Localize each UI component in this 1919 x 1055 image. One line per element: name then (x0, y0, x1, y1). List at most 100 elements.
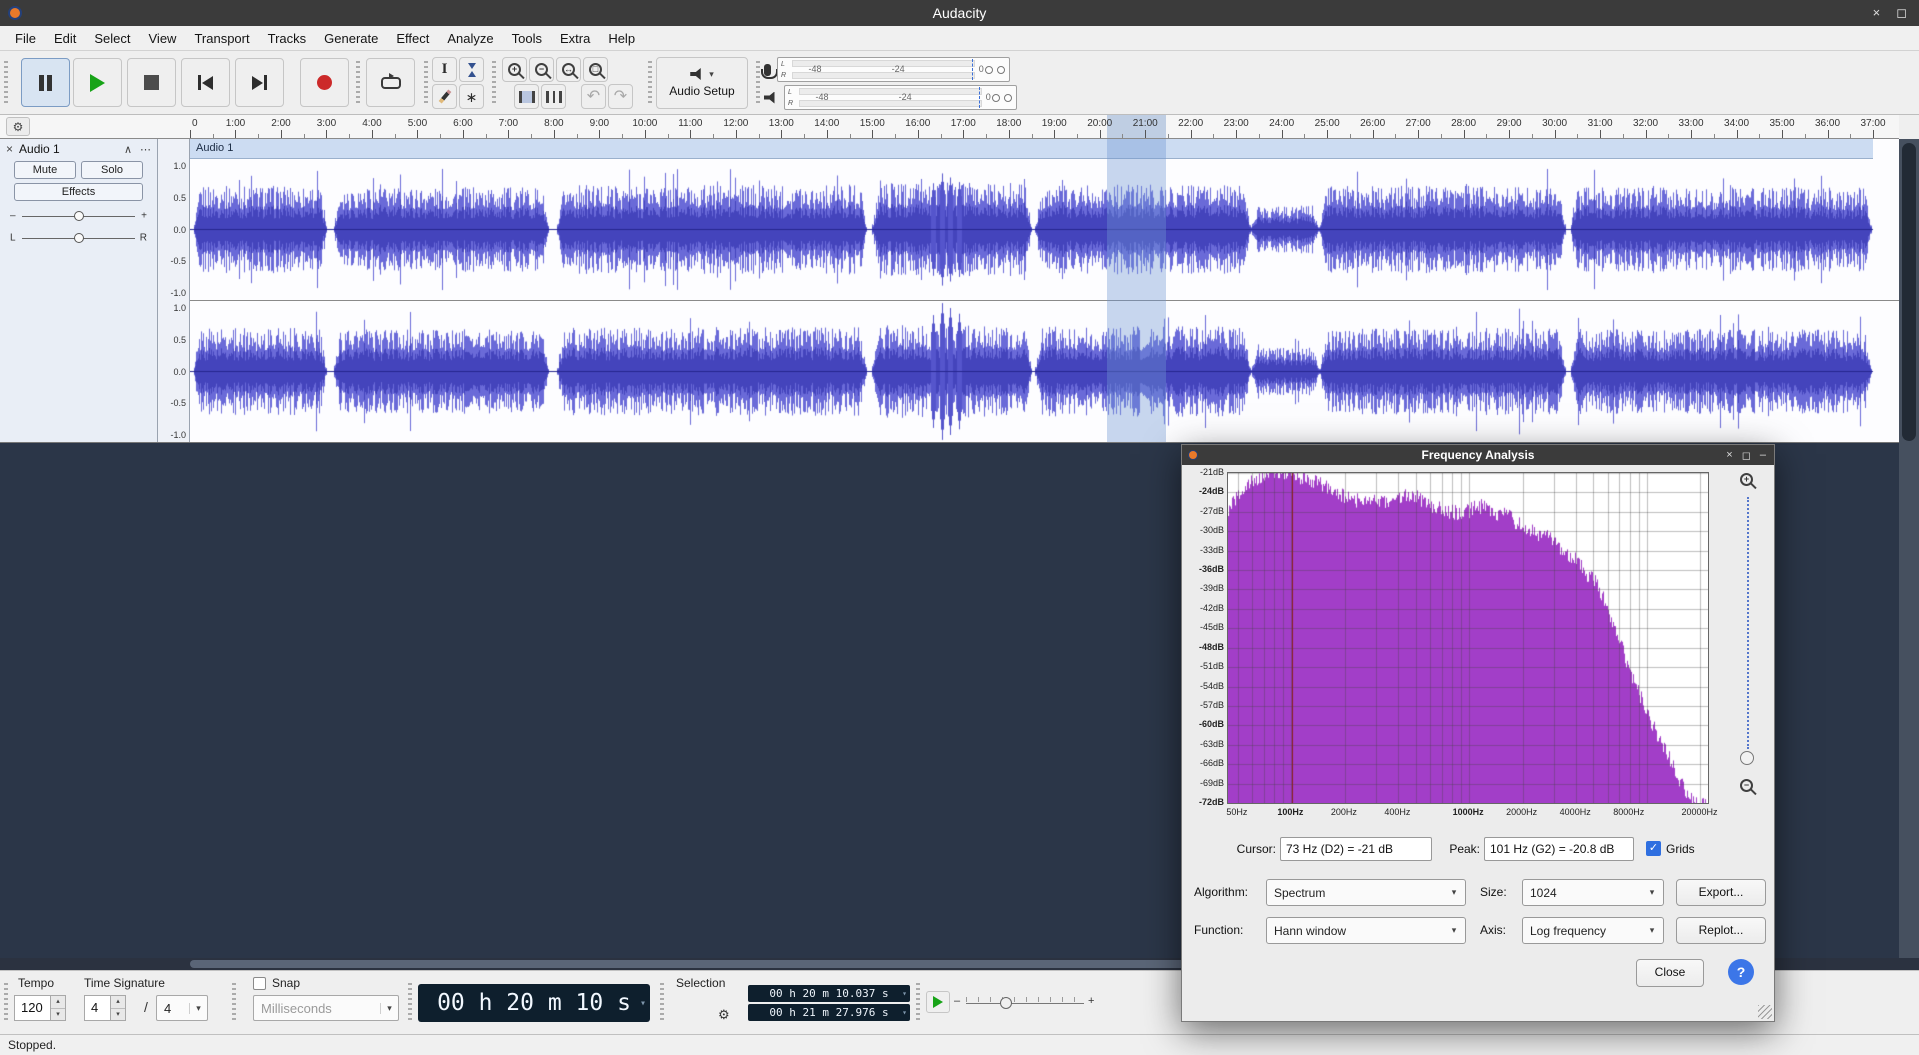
time-signature-lower-select[interactable]: 4 ▾ (156, 995, 208, 1021)
spectrum-canvas[interactable] (1228, 473, 1708, 803)
fit-project-button[interactable]: □ (583, 57, 608, 82)
toolbar-grip[interactable] (356, 61, 360, 105)
zoom-out-button[interactable]: − (529, 57, 554, 82)
menu-item-file[interactable]: File (6, 28, 45, 49)
toolbar-grip[interactable] (756, 61, 760, 105)
menu-item-edit[interactable]: Edit (45, 28, 85, 49)
function-select[interactable]: Hann window ▾ (1266, 917, 1466, 944)
record-button[interactable] (300, 58, 349, 107)
menu-item-effect[interactable]: Effect (387, 28, 438, 49)
spin-down-icon[interactable]: ▾ (111, 1008, 125, 1020)
undo-button[interactable]: ↶ (581, 84, 606, 109)
replot-button[interactable]: Replot... (1676, 917, 1766, 944)
menu-item-generate[interactable]: Generate (315, 28, 387, 49)
track-collapse-icon[interactable]: ∧ (124, 143, 132, 156)
effects-button[interactable]: Effects (14, 183, 143, 201)
gain-slider[interactable]: – + (2, 206, 155, 225)
mute-button[interactable]: Mute (14, 161, 76, 179)
window-titlebar[interactable]: Audacity × ◻ (0, 0, 1919, 26)
speed-slider-thumb[interactable] (1000, 997, 1012, 1009)
toolbar-grip[interactable] (232, 983, 236, 1023)
window-maximize-icon[interactable]: ◻ (1896, 5, 1907, 21)
play-at-speed-button[interactable] (926, 991, 950, 1013)
cursor-value-field[interactable]: 73 Hz (D2) = -21 dB (1280, 837, 1432, 861)
selection-tool-button[interactable]: I (432, 57, 457, 82)
plot-zoom-in-button[interactable]: + (1740, 473, 1753, 486)
clip-title-bar[interactable]: Audio 1 (190, 139, 1873, 159)
resize-grip[interactable] (1758, 1005, 1772, 1019)
menu-item-analyze[interactable]: Analyze (438, 28, 502, 49)
play-button[interactable] (73, 58, 122, 107)
toolbar-grip[interactable] (4, 983, 8, 1023)
zoom-slider-thumb[interactable] (1740, 751, 1754, 765)
pan-slider-thumb[interactable] (73, 232, 84, 243)
solo-button[interactable]: Solo (81, 161, 143, 179)
meter-scale[interactable]: LR -48 -24 0 (784, 85, 1017, 110)
spectrum-plot[interactable] (1227, 472, 1709, 804)
loop-button[interactable] (366, 58, 415, 107)
fit-selection-button[interactable]: ↔ (556, 57, 581, 82)
plot-zoom-out-button[interactable]: − (1740, 779, 1753, 792)
zoom-slider[interactable] (1747, 497, 1749, 749)
spin-down-icon[interactable]: ▾ (51, 1008, 65, 1020)
toolbar-grip[interactable] (492, 61, 496, 105)
multi-tool-button[interactable]: ∗ (459, 84, 484, 109)
draw-tool-button[interactable] (432, 84, 457, 109)
dialog-close-icon[interactable]: × (1726, 449, 1732, 462)
vertical-scale-ruler[interactable]: 1.0 0.5 0.0 -0.5 -1.0 1.0 0.5 0.0 -0.5 -1.0 (158, 139, 190, 442)
pan-slider[interactable]: L R (2, 228, 155, 247)
menu-item-tools[interactable]: Tools (503, 28, 551, 49)
pause-button[interactable] (21, 58, 70, 107)
selection-settings-icon[interactable]: ⚙ (718, 1007, 730, 1023)
vertical-scrollbar[interactable] (1899, 139, 1919, 958)
toolbar-grip[interactable] (408, 983, 412, 1023)
time-signature-upper-value[interactable]: 4 (84, 995, 110, 1021)
trim-audio-button[interactable] (514, 84, 539, 109)
dialog-titlebar[interactable]: Frequency Analysis × ◻ – (1182, 445, 1774, 465)
peak-value-field[interactable]: 101 Hz (G2) = -20.8 dB (1484, 837, 1634, 861)
axis-select[interactable]: Log frequency ▾ (1522, 917, 1664, 944)
vertical-scrollbar-thumb[interactable] (1902, 143, 1916, 441)
redo-button[interactable]: ↷ (608, 84, 633, 109)
timeline-options-button[interactable]: ⚙ (6, 117, 30, 136)
export-button[interactable]: Export... (1676, 879, 1766, 906)
snap-mode-select[interactable]: Milliseconds ▾ (253, 995, 399, 1021)
menu-item-tracks[interactable]: Tracks (259, 28, 316, 49)
toolbar-grip[interactable] (4, 61, 8, 105)
frequency-analysis-dialog[interactable]: Frequency Analysis × ◻ – + − Cursor: 73 … (1181, 444, 1775, 1022)
time-signature-upper-stepper[interactable]: 4 ▴ ▾ (84, 995, 126, 1021)
timeline-scale[interactable]: 0 1:00 2:00 3:00 4:00 5:00 6:00 7:00 8:00 9:00 10:… (190, 115, 1899, 138)
size-select[interactable]: 1024 ▾ (1522, 879, 1664, 906)
algorithm-select[interactable]: Spectrum ▾ (1266, 879, 1466, 906)
dialog-maximize-icon[interactable]: ◻ (1742, 449, 1751, 462)
meter-scale[interactable]: LR -48 -24 0 (777, 57, 1010, 82)
waveform-area[interactable]: Audio 1 (190, 139, 1899, 442)
recording-meter[interactable]: LR -48 -24 0 (761, 57, 1010, 82)
toolbar-grip[interactable] (916, 983, 920, 1023)
toolbar-grip[interactable] (648, 61, 652, 105)
track-close-icon[interactable]: × (4, 142, 15, 156)
tempo-value[interactable]: 120 (14, 995, 50, 1021)
spin-up-icon[interactable]: ▴ (51, 996, 65, 1009)
help-button[interactable]: ? (1728, 959, 1754, 985)
menu-item-view[interactable]: View (140, 28, 186, 49)
envelope-tool-button[interactable] (459, 57, 484, 82)
playback-meter[interactable]: LR -48 -24 0 (764, 85, 1017, 110)
dialog-minimize-icon[interactable]: – (1760, 449, 1766, 462)
timeline[interactable]: ⚙ 0 1:00 2:00 3:00 4:00 5:00 6:00 7:00 8:00 9:00 1… (0, 115, 1899, 139)
selection-start-field[interactable]: 00 h 20 m 10.037 s ▾ (748, 985, 910, 1002)
speed-slider[interactable] (966, 1003, 1084, 1004)
toolbar-grip[interactable] (660, 983, 664, 1023)
audio-position-display[interactable]: 00 h 20 m 10 s ▾ (418, 984, 650, 1022)
menu-item-extra[interactable]: Extra (551, 28, 599, 49)
tempo-stepper[interactable]: 120 ▴ ▾ (14, 995, 66, 1021)
grids-checkbox[interactable]: ✓ (1646, 841, 1661, 856)
track-control-panel[interactable]: × Audio 1 ∧ ⋯ Mute Solo Effects – + L R (0, 139, 158, 442)
selection-end-field[interactable]: 00 h 21 m 27.976 s ▾ (748, 1004, 910, 1021)
window-close-icon[interactable]: × (1873, 5, 1881, 21)
waveform-canvas-right[interactable] (190, 301, 1899, 442)
close-button[interactable]: Close (1636, 959, 1704, 987)
zoom-in-button[interactable]: + (502, 57, 527, 82)
track-header[interactable]: × Audio 1 ∧ ⋯ (0, 139, 157, 159)
track-name[interactable]: Audio 1 (19, 142, 60, 156)
